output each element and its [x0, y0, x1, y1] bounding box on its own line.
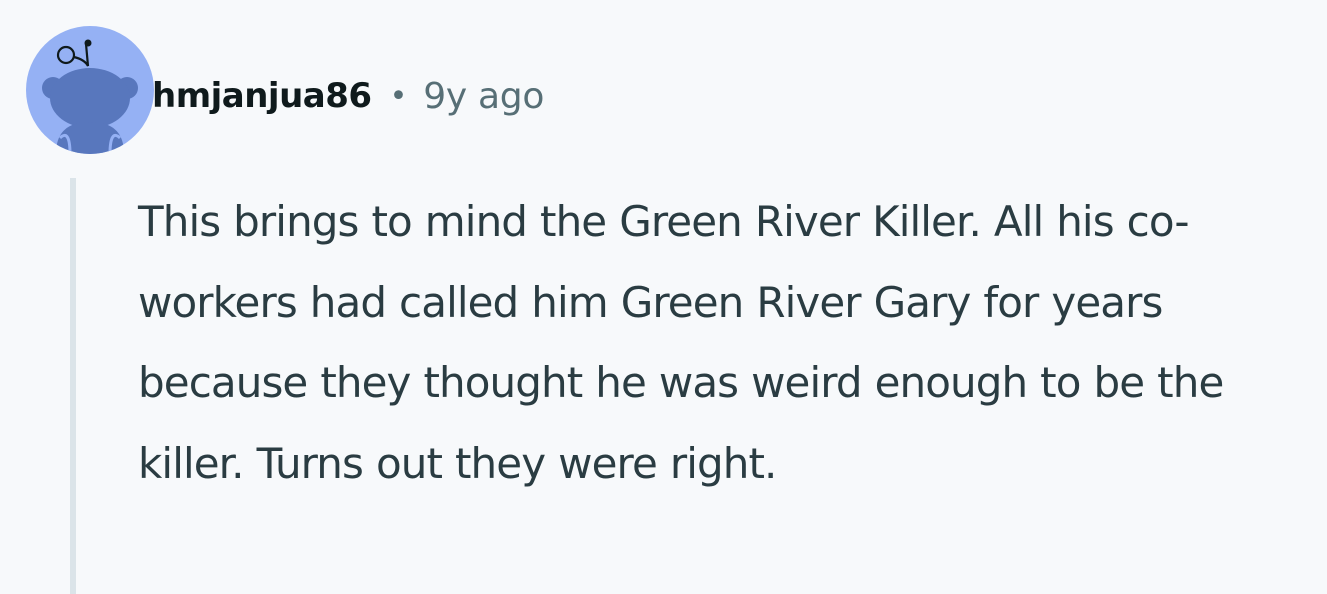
thread-collapse-line[interactable]: [70, 178, 76, 594]
snoo-avatar-icon: [26, 26, 154, 154]
comment-body: This brings to mind the Green River Kill…: [138, 197, 1224, 488]
comment-timestamp[interactable]: 9y ago: [423, 76, 544, 117]
comment-meta: hmjanjua86 • 9y ago: [152, 68, 544, 124]
meta-separator: •: [389, 78, 408, 114]
comment: hmjanjua86 • 9y ago This brings to mind …: [0, 0, 1327, 594]
author-username[interactable]: hmjanjua86: [152, 76, 372, 116]
user-avatar[interactable]: [26, 26, 154, 154]
